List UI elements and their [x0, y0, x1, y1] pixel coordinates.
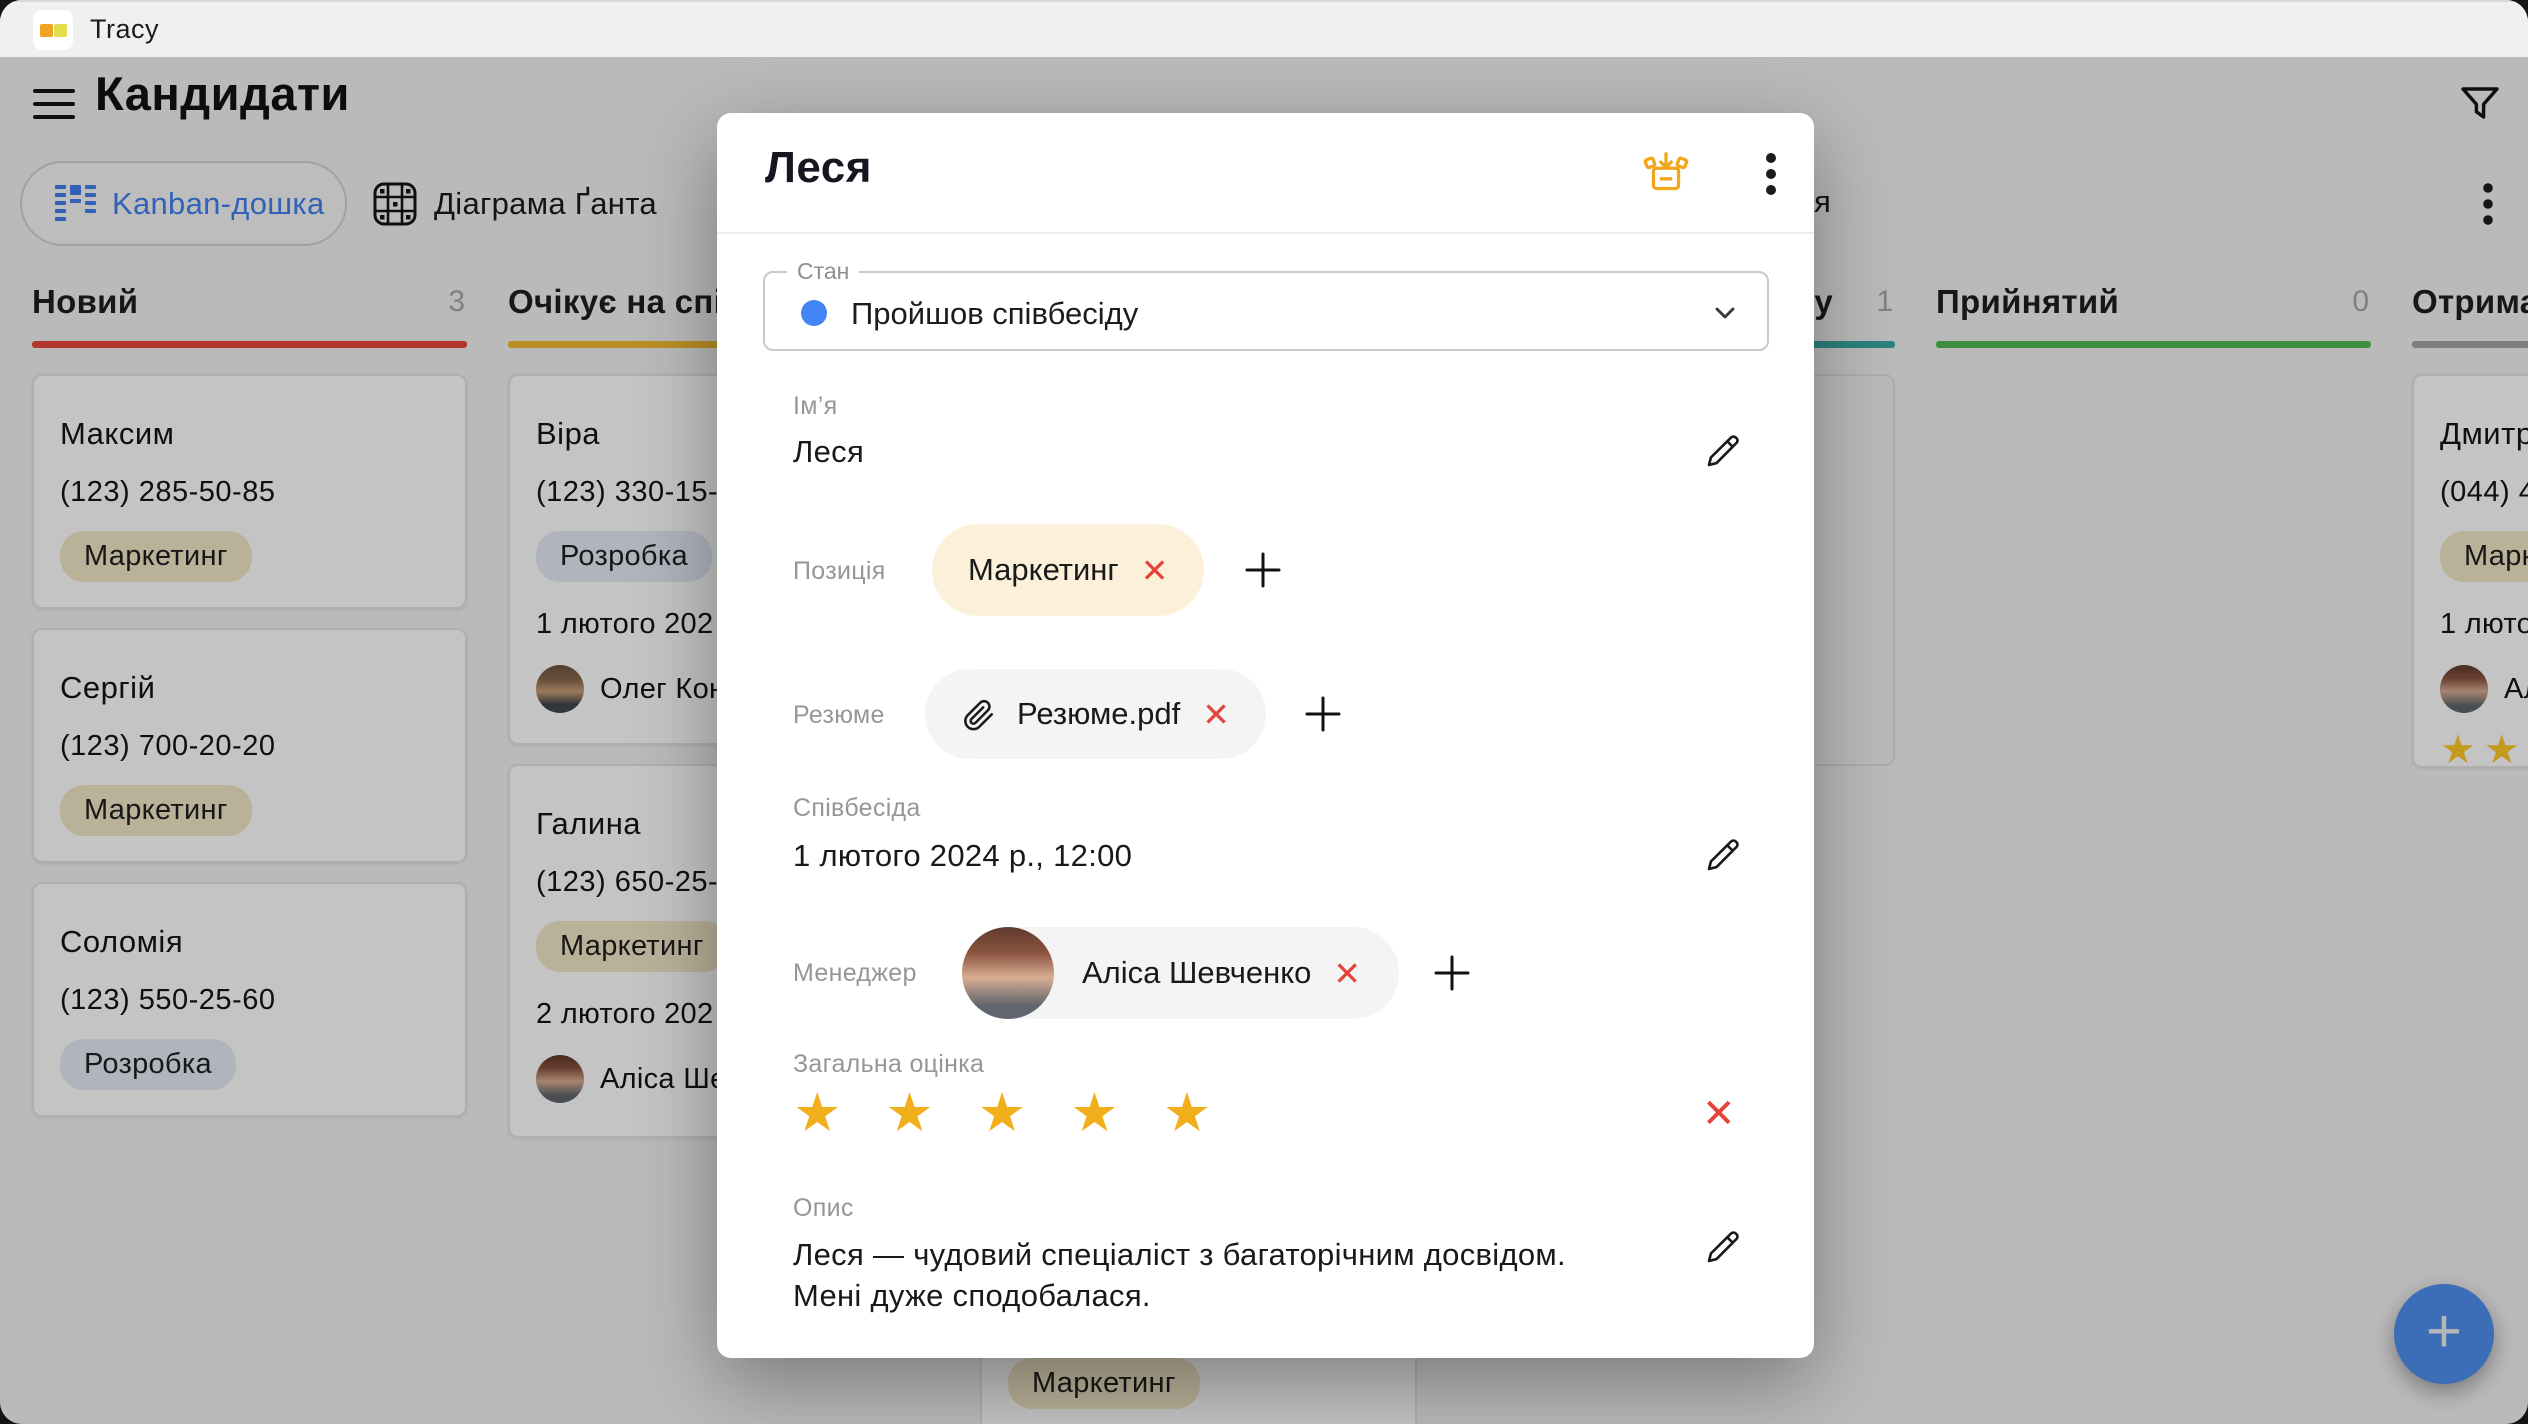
dialog-header: Леся	[717, 113, 1814, 234]
candidate-dialog: Леся Стан Пройшов співбесіду	[717, 113, 1814, 1358]
titlebar: Tracy	[0, 0, 2528, 57]
rating-label: Загальна оцінка	[793, 1050, 984, 1079]
manager-chip[interactable]: Аліса Шевченко ✕	[962, 927, 1399, 1019]
state-dot	[801, 300, 827, 326]
name-value: Леся	[793, 434, 864, 470]
position-chip-label: Маркетинг	[968, 552, 1119, 588]
remove-position-icon[interactable]: ✕	[1141, 551, 1169, 590]
description-value: Леся — чудовий спеціаліст з багаторічним…	[793, 1234, 1566, 1316]
archive-box-icon[interactable]	[1639, 147, 1693, 201]
edit-name-icon[interactable]	[1702, 430, 1744, 472]
edit-description-icon[interactable]	[1702, 1226, 1744, 1268]
position-label: Позиція	[793, 557, 886, 586]
app-name: Tracy	[90, 14, 159, 45]
interview-label: Співбесіда	[793, 794, 921, 823]
state-value: Пройшов співбесіду	[851, 296, 1138, 332]
manager-chip-label: Аліса Шевченко	[1082, 955, 1311, 991]
star-icon[interactable]: ★	[885, 1081, 933, 1144]
edit-interview-icon[interactable]	[1702, 834, 1744, 876]
star-icon[interactable]: ★	[793, 1081, 841, 1144]
description-label: Опис	[793, 1194, 854, 1223]
name-label: Ім’я	[793, 392, 837, 421]
add-resume-icon[interactable]	[1299, 690, 1347, 738]
star-icon[interactable]: ★	[1070, 1081, 1118, 1144]
remove-manager-icon[interactable]: ✕	[1333, 954, 1361, 993]
paperclip-icon	[961, 696, 997, 732]
resume-chip[interactable]: Резюме.pdf ✕	[925, 669, 1266, 759]
position-chip[interactable]: Маркетинг ✕	[932, 524, 1204, 616]
remove-resume-icon[interactable]: ✕	[1202, 695, 1230, 734]
manager-label: Менеджер	[793, 959, 917, 988]
star-icon[interactable]: ★	[1163, 1081, 1211, 1144]
chevron-down-icon	[1709, 297, 1741, 329]
clear-rating-icon[interactable]: ✕	[1702, 1091, 1736, 1137]
rating-stars[interactable]: ★ ★ ★ ★ ★	[793, 1081, 1211, 1144]
manager-avatar	[962, 927, 1054, 1019]
candidate-name-title: Леся	[765, 143, 872, 193]
add-position-icon[interactable]	[1239, 546, 1287, 594]
app-logo	[33, 10, 73, 50]
dialog-more-icon[interactable]	[1751, 151, 1791, 197]
state-select[interactable]: Стан Пройшов співбесіду	[763, 271, 1769, 351]
add-manager-icon[interactable]	[1428, 949, 1476, 997]
state-label: Стан	[787, 258, 859, 285]
app-window: Tracy Кандидати Kanban-дошка Діаграма Ґа…	[0, 0, 2528, 1424]
resume-label: Резюме	[793, 701, 885, 730]
interview-value: 1 лютого 2024 р., 12:00	[793, 838, 1132, 874]
star-icon[interactable]: ★	[978, 1081, 1026, 1144]
resume-chip-label: Резюме.pdf	[1017, 696, 1180, 732]
